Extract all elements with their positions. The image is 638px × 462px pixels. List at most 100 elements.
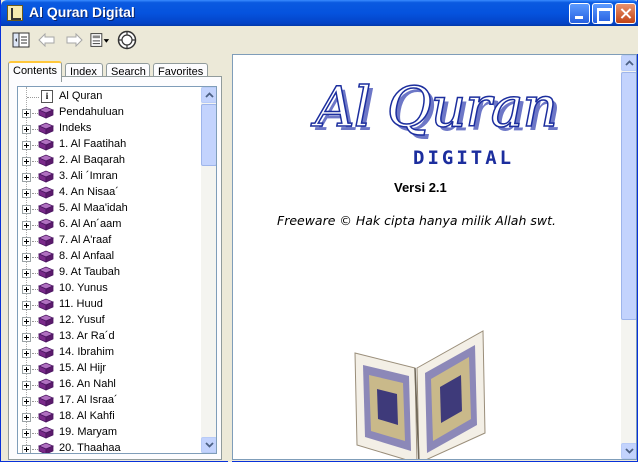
tree-item[interactable]: 9. At Taubah — [18, 265, 201, 281]
topic-scroll-up-button[interactable] — [621, 55, 636, 71]
tree-item[interactable]: 15. Al Hijr — [18, 361, 201, 377]
window-title: Al Quran Digital — [29, 4, 135, 20]
scroll-down-button[interactable] — [201, 437, 216, 453]
contents-tree[interactable]: i Al Quran Pendahuluan Indeks 1. Al Faatihah… — [17, 86, 217, 454]
expand-toggle-icon[interactable] — [22, 429, 31, 438]
book-icon — [38, 218, 54, 231]
tree-item-label: 20. Thaahaa — [59, 442, 121, 453]
back-icon — [38, 33, 55, 47]
tree-item[interactable]: 16. An Nahl — [18, 377, 201, 393]
tree-item[interactable]: 20. Thaahaa — [18, 441, 201, 453]
tree-item[interactable]: 12. Yusuf — [18, 313, 201, 329]
tree-item[interactable]: i Al Quran — [18, 89, 201, 105]
book-icon — [38, 426, 54, 439]
tree-item-label: 18. Al Kahfi — [59, 410, 115, 422]
expand-toggle-icon[interactable] — [22, 301, 31, 310]
book-icon — [38, 250, 54, 263]
expand-toggle-icon[interactable] — [22, 269, 31, 278]
tree-item[interactable]: 3. Ali ´Imran — [18, 169, 201, 185]
book-icon — [38, 346, 54, 359]
tree-scrollbar[interactable] — [201, 87, 216, 453]
expand-toggle-icon[interactable] — [22, 157, 31, 166]
tree-item-label: Al Quran — [59, 90, 103, 102]
topic-scroll-down-button[interactable] — [621, 443, 636, 459]
title-bar[interactable]: Al Quran Digital — [1, 0, 638, 26]
book-icon — [38, 202, 54, 215]
toolbar — [2, 26, 638, 54]
tree-item[interactable]: 8. Al Anfaal — [18, 249, 201, 265]
expand-toggle-icon[interactable] — [22, 109, 31, 118]
tree-item[interactable]: 11. Huud — [18, 297, 201, 313]
book-icon — [38, 266, 54, 279]
tree-item[interactable]: 4. An Nisaa´ — [18, 185, 201, 201]
expand-toggle-icon[interactable] — [22, 125, 31, 134]
options-button[interactable] — [90, 30, 110, 50]
expand-toggle-icon[interactable] — [22, 397, 31, 406]
scroll-thumb[interactable] — [201, 104, 216, 166]
expand-toggle-icon[interactable] — [22, 285, 31, 294]
expand-toggle-icon[interactable] — [22, 253, 31, 262]
chevron-down-icon — [204, 442, 214, 448]
info-page-icon: i — [41, 90, 53, 103]
tree-item[interactable]: Pendahuluan — [18, 105, 201, 121]
logo-title: Al Quran — [314, 74, 558, 140]
tree-item[interactable]: 13. Ar Ra´d — [18, 329, 201, 345]
topic-pane: Al Quran DIGITAL Versi 2.1 Freeware © Ha… — [232, 54, 637, 460]
tree-item[interactable]: 10. Yunus — [18, 281, 201, 297]
hide-icon — [12, 32, 30, 48]
scroll-up-button[interactable] — [201, 87, 216, 103]
book-icon — [38, 298, 54, 311]
expand-toggle-icon[interactable] — [22, 333, 31, 342]
tree-item[interactable]: 6. Al An´aam — [18, 217, 201, 233]
expand-toggle-icon[interactable] — [22, 141, 31, 150]
expand-toggle-icon[interactable] — [22, 189, 31, 198]
expand-toggle-icon[interactable] — [22, 237, 31, 246]
tree-item[interactable]: 1. Al Faatihah — [18, 137, 201, 153]
hide-button[interactable] — [11, 30, 31, 50]
expand-toggle-icon[interactable] — [22, 445, 31, 453]
chevron-up-icon — [624, 60, 634, 66]
expand-toggle-icon[interactable] — [22, 221, 31, 230]
help-app-icon[interactable] — [7, 5, 23, 21]
web-help-button[interactable] — [117, 30, 137, 50]
tree-item-label: 8. Al Anfaal — [59, 250, 115, 262]
tree-item-label: 16. An Nahl — [59, 378, 116, 390]
tree-item[interactable]: 17. Al Israa´ — [18, 393, 201, 409]
topic-scrollbar[interactable] — [621, 55, 636, 459]
tree-item-label: 13. Ar Ra´d — [59, 330, 115, 342]
chevron-down-icon — [624, 448, 634, 454]
tree-item-label: 14. Ibrahim — [59, 346, 115, 358]
book-icon — [38, 170, 54, 183]
back-button[interactable] — [37, 30, 57, 50]
tree-item-label: 9. At Taubah — [59, 266, 120, 278]
expand-toggle-icon[interactable] — [22, 365, 31, 374]
forward-icon — [66, 33, 83, 47]
topic-content: Al Quran DIGITAL Versi 2.1 Freeware © Ha… — [233, 55, 621, 459]
close-button[interactable] — [615, 3, 636, 24]
tree-item[interactable]: 14. Ibrahim — [18, 345, 201, 361]
topic-scroll-thumb[interactable] — [621, 72, 636, 320]
tree-item-label: 7. Al A'raaf — [59, 234, 112, 246]
expand-toggle-icon[interactable] — [22, 413, 31, 422]
forward-button[interactable] — [64, 30, 84, 50]
expand-toggle-icon[interactable] — [22, 381, 31, 390]
logo-subtitle: DIGITAL — [413, 147, 515, 169]
tree-item[interactable]: 5. Al Maa'idah — [18, 201, 201, 217]
expand-toggle-icon[interactable] — [22, 173, 31, 182]
expand-toggle-icon[interactable] — [22, 317, 31, 326]
tree-item-label: 5. Al Maa'idah — [59, 202, 128, 214]
tab-contents[interactable]: Contents — [8, 61, 62, 82]
tree-item-label: 19. Maryam — [59, 426, 118, 438]
tree-item[interactable]: 19. Maryam — [18, 425, 201, 441]
tree-item[interactable]: 2. Al Baqarah — [18, 153, 201, 169]
maximize-button[interactable] — [592, 3, 613, 24]
version-text: Versi 2.1 — [394, 180, 447, 195]
tree-item[interactable]: 7. Al A'raaf — [18, 233, 201, 249]
expand-toggle-icon[interactable] — [22, 349, 31, 358]
tree-list: i Al Quran Pendahuluan Indeks 1. Al Faatihah… — [18, 87, 201, 453]
tree-item[interactable]: Indeks — [18, 121, 201, 137]
tree-item-label: 3. Ali ´Imran — [59, 170, 118, 182]
expand-toggle-icon[interactable] — [22, 205, 31, 214]
minimize-button[interactable] — [569, 3, 590, 24]
tree-item[interactable]: 18. Al Kahfi — [18, 409, 201, 425]
